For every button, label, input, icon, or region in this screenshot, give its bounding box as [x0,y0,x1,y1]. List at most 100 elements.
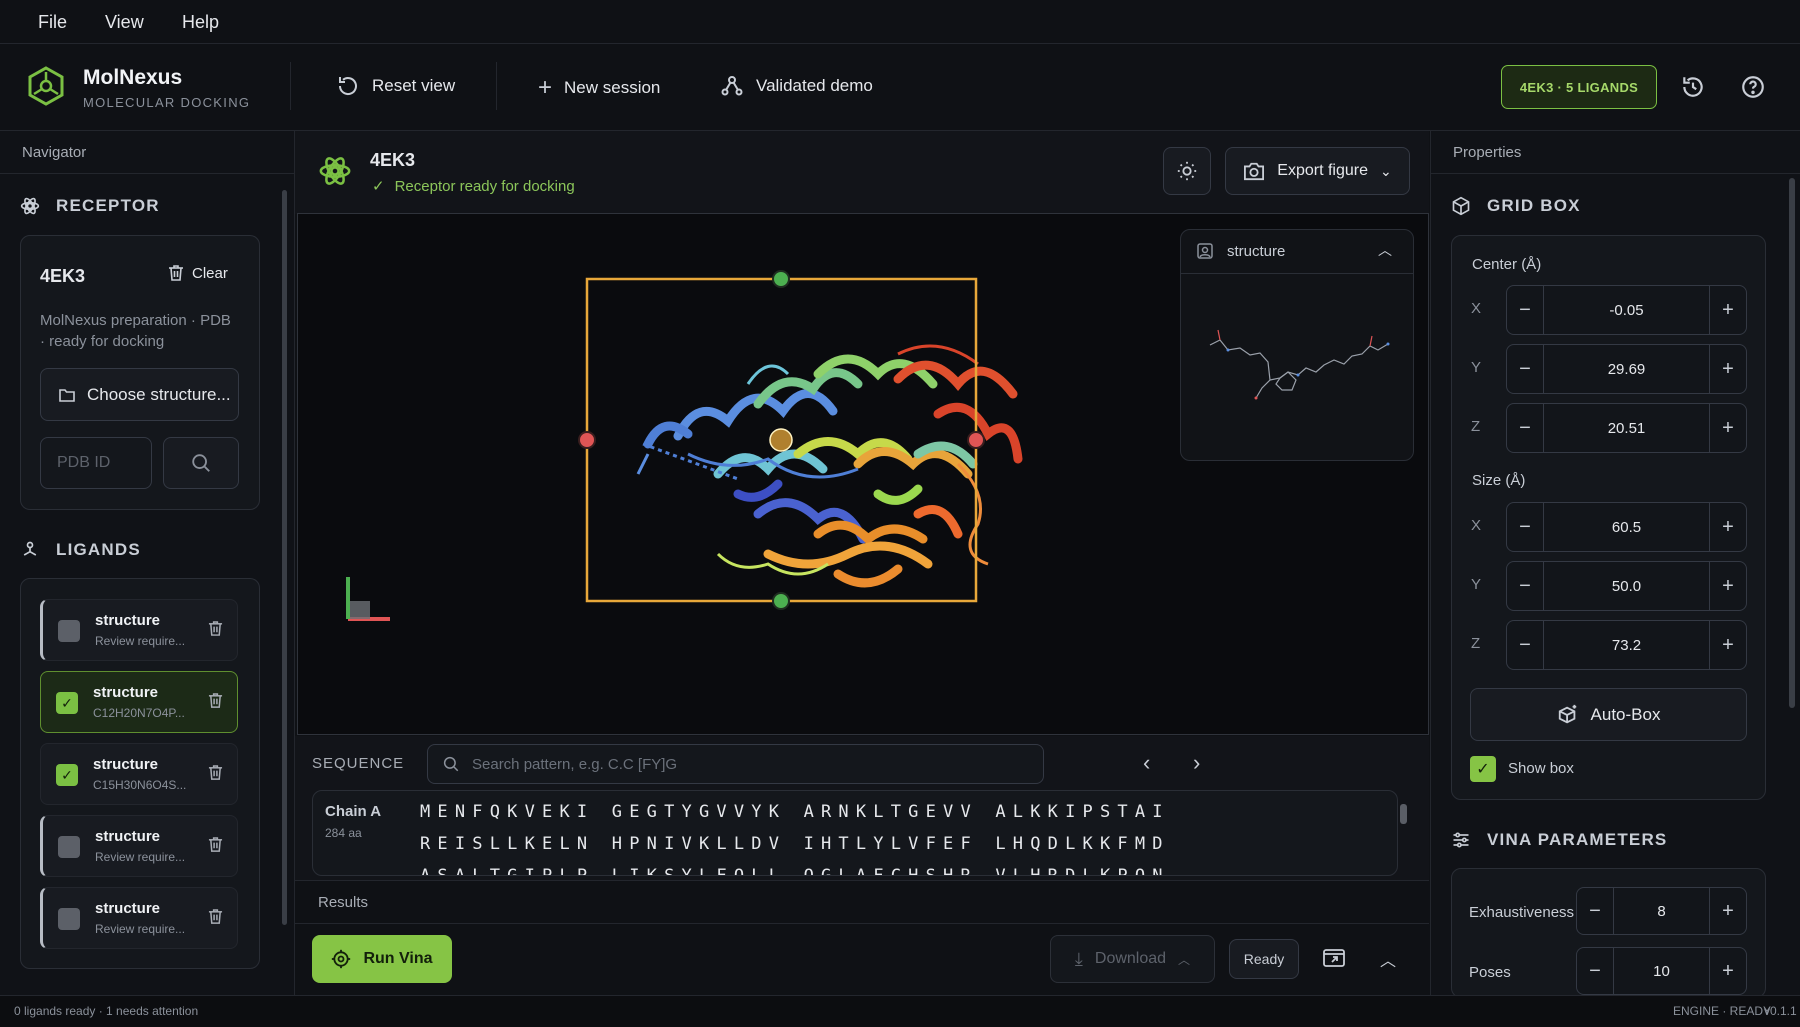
center-value[interactable]: -0.05 [1543,286,1710,334]
validated-demo-button[interactable]: Validated demo [720,74,873,98]
sequence-next-button[interactable]: › [1193,750,1200,776]
exhaustiveness-increment-button[interactable]: + [1710,888,1746,934]
vina-parameters-section: VINA PARAMETERS [1451,830,1667,850]
ligand-2d-structure [1200,320,1400,414]
decrement-button[interactable]: − [1507,286,1543,334]
download-button[interactable]: ⤓ Download ︿ [1050,935,1215,983]
sequence-scrollbar[interactable] [1400,804,1407,824]
status-bar [0,995,1800,1027]
results-collapse-button[interactable]: ︿ [1380,947,1396,971]
increment-button[interactable]: + [1710,404,1746,452]
ligand-item[interactable]: structure Review require... [40,887,238,949]
ligand-item[interactable]: ✓ structure C15H30N6O4S... [40,743,238,805]
size-stepper[interactable]: −60.5 + [1506,502,1747,552]
reset-view-button[interactable]: Reset view [336,74,455,98]
exhaustiveness-value[interactable]: 8 [1613,888,1710,934]
ligand-item[interactable]: structure Review require... [40,815,238,877]
poses-decrement-button[interactable]: − [1577,948,1613,994]
ligand-checkbox[interactable] [58,908,80,930]
search-icon [443,756,459,772]
delete-ligand-button[interactable] [208,836,223,857]
size-value[interactable]: 50.0 [1543,562,1710,610]
center-stepper[interactable]: −29.69 + [1506,344,1747,394]
delete-ligand-button[interactable] [208,764,223,785]
poses-label: Poses [1469,964,1511,981]
auto-box-label: Auto-Box [1590,704,1661,724]
viewer-status-label: Receptor ready for docking [394,177,575,195]
poses-increment-button[interactable]: + [1710,948,1746,994]
increment-button[interactable]: + [1710,345,1746,393]
run-vina-label: Run Vina [363,950,433,967]
increment-button[interactable]: + [1710,621,1746,669]
sequence-row-1: MENFQKVEKI GEGTYGVVYK ARNKLTGEVV ALKKIPS… [420,802,1170,822]
sequence-row-3-clip: ASALTGIPLP LIKSYLFQLL QGLAFCHSHR VLHRDLK… [420,866,1270,875]
exhaustiveness-decrement-button[interactable]: − [1577,888,1613,934]
chain-label: Chain A [325,803,382,820]
decrement-button[interactable]: − [1507,345,1543,393]
exhaustiveness-stepper[interactable]: − 8 + [1576,887,1747,935]
cube-icon [1452,196,1470,216]
app-subtitle: MOLECULAR DOCKING [83,95,251,110]
chevron-down-icon: ⌄ [1379,162,1392,179]
menu-file[interactable]: File [38,12,67,33]
size-stepper[interactable]: −73.2 + [1506,620,1747,670]
ligand-item[interactable]: ✓ structure C12H20N7O4P... [40,671,238,733]
help-button[interactable] [1740,74,1766,104]
run-vina-button[interactable]: Run Vina [312,935,452,983]
size-axis-label: X [1471,517,1482,534]
increment-button[interactable]: + [1710,562,1746,610]
ligand-item[interactable]: structure Review require... [40,599,238,661]
delete-ligand-button[interactable] [208,620,223,641]
increment-button[interactable]: + [1710,286,1746,334]
export-figure-button[interactable]: Export figure ⌄ [1225,147,1410,195]
ligand-subtitle: Review require... [95,634,186,648]
sequence-prev-button[interactable]: ‹ [1143,750,1150,776]
history-button[interactable] [1680,74,1706,104]
decrement-button[interactable]: − [1507,562,1543,610]
pdb-id-placeholder: PDB ID [57,454,111,471]
size-value[interactable]: 73.2 [1543,621,1710,669]
size-stepper[interactable]: −50.0 + [1506,561,1747,611]
auto-box-button[interactable]: Auto-Box [1470,688,1747,741]
menu-help[interactable]: Help [182,12,219,33]
show-box-checkbox[interactable]: ✓ [1470,756,1496,782]
center-axis-label: X [1471,300,1482,317]
session-badge: 4EK3 · 5 LIGANDS [1501,65,1657,109]
trash-icon [169,265,183,281]
inset-collapse-button[interactable]: ︿ [1378,240,1392,260]
center-value[interactable]: 29.69 [1543,345,1710,393]
poses-value[interactable]: 10 [1613,948,1710,994]
delete-ligand-button[interactable] [208,692,223,713]
decrement-button[interactable]: − [1507,621,1543,669]
app-logo [28,66,64,110]
ligand-checkbox[interactable]: ✓ [56,764,78,786]
decrement-button[interactable]: − [1507,404,1543,452]
size-value[interactable]: 60.5 [1543,503,1710,551]
popout-button[interactable] [1323,948,1345,972]
poses-stepper[interactable]: − 10 + [1576,947,1747,995]
ligand-checkbox[interactable] [58,620,80,642]
ligand-checkbox[interactable]: ✓ [56,692,78,714]
sequence-search-input[interactable]: Search pattern, e.g. C.C [FY]G [427,744,1044,784]
ready-label: Ready [1243,951,1285,967]
increment-button[interactable]: + [1710,503,1746,551]
center-stepper[interactable]: − -0.05 + [1506,285,1747,335]
size-label: Size (Å) [1472,472,1526,489]
ligand-checkbox[interactable] [58,836,80,858]
center-value[interactable]: 20.51 [1543,404,1710,452]
decrement-button[interactable]: − [1507,503,1543,551]
delete-ligand-button[interactable] [208,908,223,929]
status-left: 0 ligands ready · 1 needs attention [14,1004,199,1018]
pdb-id-input[interactable]: PDB ID [40,437,152,489]
receptor-description-2: · ready for docking [40,333,165,350]
clear-button[interactable]: Clear [168,264,228,282]
choose-structure-button[interactable]: Choose structure... [40,368,239,421]
center-stepper[interactable]: −20.51 + [1506,403,1747,453]
properties-scrollbar[interactable] [1789,178,1795,708]
navigator-scrollbar[interactable] [282,190,287,925]
new-session-button[interactable]: + New session [538,74,660,102]
theme-toggle-button[interactable] [1163,147,1211,195]
pdb-search-button[interactable] [163,437,239,489]
check-icon: ✓ [372,178,385,195]
menu-view[interactable]: View [105,12,144,33]
